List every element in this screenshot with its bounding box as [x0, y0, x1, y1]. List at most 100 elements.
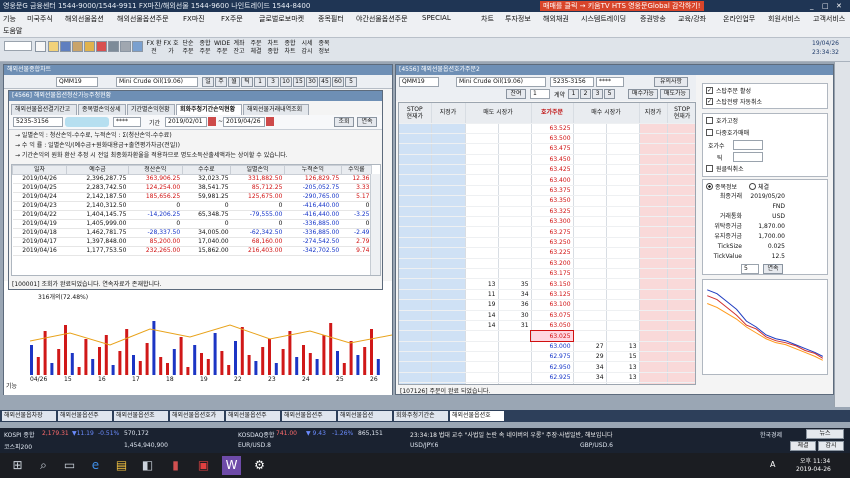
limit-sell-cell[interactable] [431, 206, 466, 218]
date-from-input[interactable]: 2019/02/01 [165, 117, 207, 127]
ladder-row[interactable]: 63.350 [399, 195, 695, 207]
limit-sell-cell[interactable] [431, 361, 466, 373]
ladder-row[interactable]: 63.375 [399, 185, 695, 197]
window-tab[interactable]: 해외선물옵션주 [58, 411, 112, 421]
stop-buy-cell[interactable] [667, 299, 695, 311]
limit-buy-cell[interactable] [639, 206, 668, 218]
news-text[interactable]: 23:34:18 법대 교수 "사법일 논란 속 네이버의 우롱" 주장·사법일… [410, 430, 613, 439]
limit-sell-cell[interactable] [431, 372, 466, 384]
ladder-row[interactable]: 63.250 [399, 237, 695, 249]
stop-buy-cell[interactable] [667, 123, 695, 134]
menu-item[interactable]: 고객서비스 [813, 14, 845, 24]
limit-buy-cell[interactable] [639, 278, 668, 290]
stop-buy-cell[interactable] [667, 361, 695, 373]
menu-item[interactable]: 투자정보 [505, 14, 531, 24]
table-row[interactable]: 2019/04/22 1,404,145.75 -14,206.25 65,348.7… [12, 210, 372, 220]
ladder-row[interactable]: 63.275 [399, 226, 695, 238]
password-input[interactable]: **** [113, 117, 141, 127]
table-row[interactable]: 2019/04/19 1,405,999.00 0 0 0 -336,885.00 0 [12, 219, 372, 229]
price-cell[interactable]: 63.150 [531, 278, 574, 290]
table-row[interactable]: 2019/04/24 2,142,187.50 185,656.25 59,981.2… [12, 192, 372, 202]
limit-sell-cell[interactable] [431, 289, 466, 301]
menu-item[interactable]: 글로벌로보마켓 [259, 14, 304, 24]
stop-buy-cell[interactable] [667, 372, 695, 384]
menu-item[interactable]: FX마진 [183, 14, 205, 24]
toolbar-button[interactable]: 종목 정보 [316, 40, 332, 56]
toolbar-button[interactable]: 계좌 잔고 [231, 40, 247, 56]
menu-item[interactable]: 해외선물옵션 [65, 14, 104, 24]
limit-sell-cell[interactable] [431, 226, 466, 238]
stop-buy-cell[interactable] [667, 237, 695, 249]
qty-preset-button[interactable]: 2 [580, 89, 591, 99]
pnl-col-header[interactable]: 청산손익 [127, 165, 183, 175]
qty-preset-button[interactable]: 3 [592, 89, 603, 99]
period-button[interactable]: 60 [332, 77, 344, 87]
limit-buy-cell[interactable] [639, 258, 668, 269]
stop-buy-cell[interactable] [667, 206, 695, 218]
price-cell[interactable]: 63.500 [531, 133, 574, 145]
promo-banner[interactable]: 매매를 클릭 → 키움TV HTS 영웅문Global 감각하기! [540, 1, 704, 11]
window-tab[interactable]: 회화주청기간손 [394, 411, 448, 421]
ladder-row[interactable]: 19 36 63.100 [399, 299, 695, 311]
limit-sell-cell[interactable] [431, 247, 466, 259]
price-cell[interactable]: 63.050 [531, 320, 574, 332]
ladder-col-header[interactable]: 호가주문 [531, 103, 574, 124]
settings-icon[interactable] [72, 41, 83, 52]
price-cell[interactable]: 63.175 [531, 268, 574, 280]
price-cell[interactable]: 63.100 [531, 299, 574, 311]
ladder-row[interactable]: 63.000 27 13 [399, 341, 695, 353]
menu-item[interactable]: 회원서비스 [768, 14, 800, 24]
period-button[interactable]: 5 [345, 77, 357, 87]
stop-buy-cell[interactable] [667, 268, 695, 280]
limit-sell-cell[interactable] [431, 195, 466, 207]
stop-sell-cell[interactable] [399, 382, 432, 384]
price-cell[interactable]: 63.250 [531, 237, 574, 249]
print-icon[interactable] [108, 41, 119, 52]
stop-sell-cell[interactable] [399, 154, 432, 166]
chart-area[interactable]: 316개의(72.48%) 기능 04/26 15 16 17 18 19 22 23 24 25… [4, 281, 392, 395]
limit-sell-cell[interactable] [431, 320, 466, 332]
ladder-row[interactable]: 63.500 [399, 133, 695, 145]
toolbar-button[interactable]: 종합 차트 [282, 40, 298, 56]
pnl-col-header[interactable]: 일자 [11, 165, 68, 175]
pnl-col-header[interactable]: 수익률 [340, 165, 373, 175]
ladder-col-header[interactable]: 매도 시장가 [465, 103, 532, 124]
price-cell[interactable]: 63.025 [530, 329, 575, 343]
limit-buy-cell[interactable] [639, 185, 668, 197]
price-cell[interactable]: 62.975 [531, 351, 574, 363]
limit-buy-cell[interactable] [639, 133, 668, 145]
price-cell[interactable]: 63.000 [531, 341, 574, 353]
limit-buy-cell[interactable] [639, 195, 668, 207]
window-tab[interactable]: 해외선물옵션주 [282, 411, 336, 421]
stop-sell-cell[interactable] [399, 268, 432, 280]
limit-buy-cell[interactable] [639, 237, 668, 249]
stop-sell-cell[interactable] [399, 206, 432, 218]
limit-buy-cell[interactable] [639, 351, 668, 363]
table-scrollbar[interactable] [370, 174, 380, 275]
pnl-tab[interactable]: 기간별손익현황 [127, 104, 175, 115]
price-cell[interactable]: 63.200 [531, 258, 574, 269]
stop-buy-cell[interactable] [667, 289, 695, 301]
price-cell[interactable]: 62.950 [531, 361, 574, 373]
limit-sell-cell[interactable] [431, 164, 466, 176]
toolbar-button[interactable]: 시세 감시 [299, 40, 315, 56]
ladder-row[interactable]: 63.025 [399, 329, 695, 343]
ob-account-select[interactable]: 5235-3156 [550, 77, 594, 87]
period-button[interactable]: 3 [267, 77, 279, 87]
limit-sell-cell[interactable] [431, 143, 466, 155]
stop-buy-cell[interactable] [667, 143, 695, 155]
menu-item[interactable]: 해외채권 [543, 14, 569, 24]
stop-sell-cell[interactable] [399, 185, 432, 197]
ladder-row[interactable]: 63.425 [399, 164, 695, 176]
stop-buy-cell[interactable] [667, 174, 695, 186]
buy-able-button[interactable]: 매수가능 [628, 89, 658, 99]
limit-sell-cell[interactable] [431, 341, 466, 353]
stop-sell-cell[interactable] [399, 226, 432, 238]
limit-sell-cell[interactable] [431, 330, 466, 342]
stop-sell-cell[interactable] [399, 310, 432, 321]
tick-select[interactable]: 5 [741, 264, 759, 274]
ladder-col-header[interactable]: STOP 현재가 [399, 103, 432, 124]
menu-item[interactable]: 종목필터 [318, 14, 344, 24]
limit-sell-cell[interactable] [431, 258, 466, 269]
menu-item[interactable]: SPECIAL [422, 14, 451, 22]
